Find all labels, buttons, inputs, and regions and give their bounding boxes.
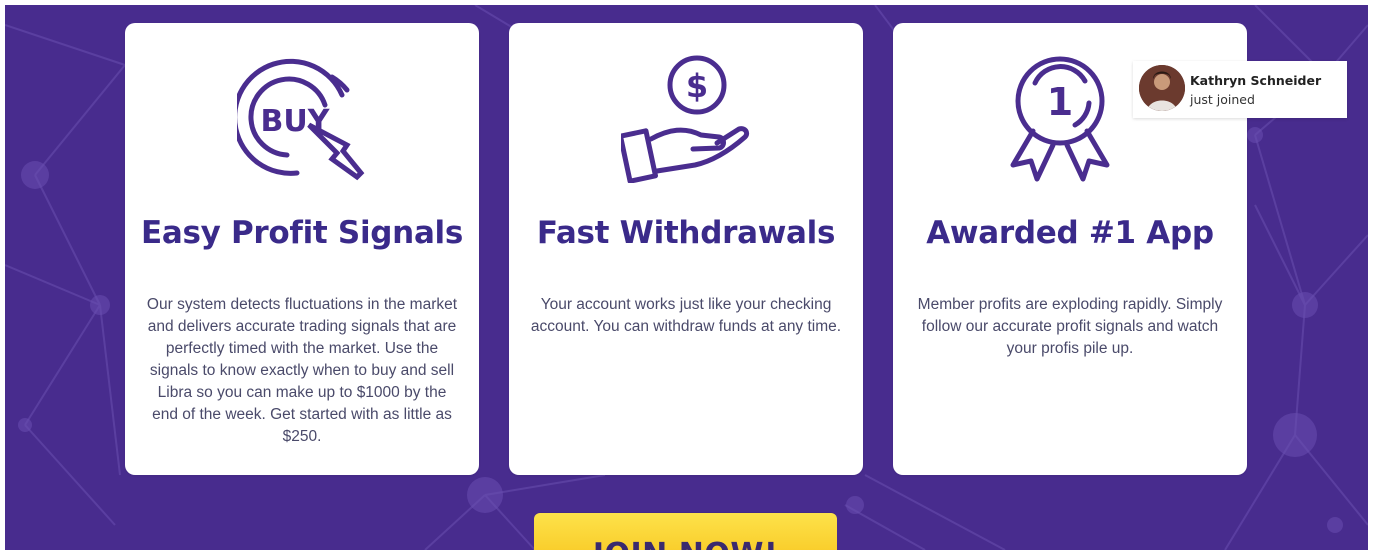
feature-card-easy-profit-signals: BUY Easy Profit Signals Our system detec… — [125, 23, 479, 475]
join-notification[interactable]: Kathryn Schneider just joined — [1133, 61, 1347, 118]
notification-status: just joined — [1190, 92, 1255, 107]
card-title: Awarded #1 App — [926, 215, 1214, 251]
user-avatar — [1139, 65, 1185, 111]
buy-click-icon: BUY — [125, 23, 479, 198]
svg-text:$: $ — [686, 67, 708, 105]
card-title: Easy Profit Signals — [140, 215, 464, 251]
svg-text:1: 1 — [1047, 80, 1073, 124]
card-description: Member profits are exploding rapidly. Si… — [917, 296, 1223, 357]
notification-name: Kathryn Schneider — [1190, 73, 1322, 88]
join-now-button[interactable]: JOIN NOW! — [534, 513, 837, 550]
join-now-label: JOIN NOW! — [534, 537, 837, 550]
page: BUY Easy Profit Signals Our system detec… — [0, 0, 1374, 550]
money-hand-icon: $ — [509, 23, 863, 198]
card-title: Fast Withdrawals — [536, 215, 836, 251]
card-description: Our system detects fluctuations in the m… — [146, 296, 458, 445]
card-description: Your account works just like your checki… — [530, 296, 842, 335]
svg-text:BUY: BUY — [261, 104, 331, 139]
feature-card-fast-withdrawals: $ Fast Withdrawals Your account works ju… — [509, 23, 863, 475]
page-margin-right — [1368, 0, 1374, 550]
